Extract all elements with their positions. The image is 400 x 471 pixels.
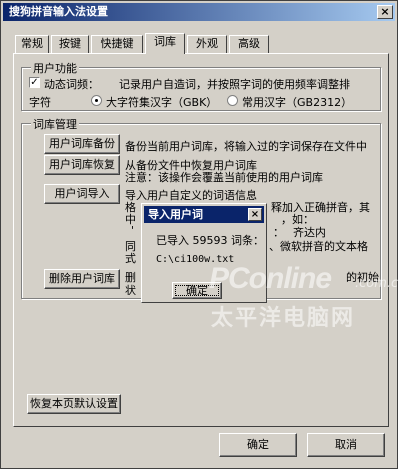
tab-advanced[interactable]: 高级 (229, 35, 269, 53)
dialog-titlebar[interactable]: 导入用户词 × (144, 206, 264, 223)
dynamic-frequency-checkbox[interactable]: ✓ (29, 77, 40, 88)
import-desc-1: 导入用户自定义的词语信息 (125, 189, 257, 202)
restore-defaults-button[interactable]: 恢复本页默认设置 (27, 394, 121, 414)
tab-lexicon[interactable]: 词库 (145, 33, 185, 54)
dialog-message: 已导入 59593 词条： (156, 234, 264, 247)
import-desc-5b: 、微软拼音的文本格 (269, 240, 368, 253)
window-close-button[interactable]: × (377, 5, 393, 19)
tab-appearance[interactable]: 外观 (187, 35, 227, 53)
dialog-path: C:\ci100w.txt (156, 254, 235, 265)
import-words-button[interactable]: 用户词导入 (44, 184, 120, 204)
delete-desc-1b: 的初始 (346, 271, 379, 284)
radio-gb2312-label[interactable]: 常用汉字（GB2312） (242, 94, 352, 110)
ok-button[interactable]: 确定 (219, 433, 297, 457)
restore-desc-2: 注意：该操作会覆盖当前使用的用户词库 (125, 171, 323, 184)
dialog-title: 导入用户词 (148, 208, 203, 221)
backup-desc: 备份当前用户词库，将输入过的字词保存在文件中 (125, 140, 367, 153)
charset-label: 字符 (29, 96, 51, 109)
user-function-legend: 用户功能 (31, 60, 79, 76)
import-desc-6a: 式 (125, 252, 136, 265)
delete-desc-2a: 状 (125, 284, 136, 297)
backup-lexicon-button[interactable]: 用户词库备份 (44, 134, 120, 154)
dialog-ok-button[interactable]: 确定 (172, 282, 222, 299)
import-result-dialog: 导入用户词 × 已导入 59593 词条： C:\ci100w.txt 确定 (141, 203, 267, 303)
restore-lexicon-button[interactable]: 用户词库恢复 (44, 155, 120, 175)
window-titlebar[interactable]: 搜狗拼音输入法设置 × (3, 3, 395, 21)
import-desc-4a: ' (131, 224, 135, 237)
dynamic-frequency-desc: 记录用户自造词，并按照字词的使用频率调整排 (119, 78, 350, 91)
cancel-button[interactable]: 取消 (307, 433, 385, 457)
radio-gb2312[interactable] (227, 95, 238, 106)
radio-gbk[interactable] (91, 95, 102, 106)
tab-general[interactable]: 常规 (15, 35, 49, 53)
tab-shortcuts[interactable]: 快捷键 (91, 35, 143, 53)
dynamic-frequency-label[interactable]: 动态词频： (44, 76, 99, 92)
radio-gbk-label[interactable]: 大字符集汉字（GBK） (106, 94, 217, 110)
window-title: 搜狗拼音输入法设置 (9, 5, 108, 18)
tab-keys[interactable]: 按键 (51, 35, 89, 53)
dialog-close-button[interactable]: × (248, 208, 262, 221)
delete-lexicon-button[interactable]: 删除用户词库 (44, 269, 120, 289)
lexicon-legend: 词库管理 (31, 116, 79, 132)
